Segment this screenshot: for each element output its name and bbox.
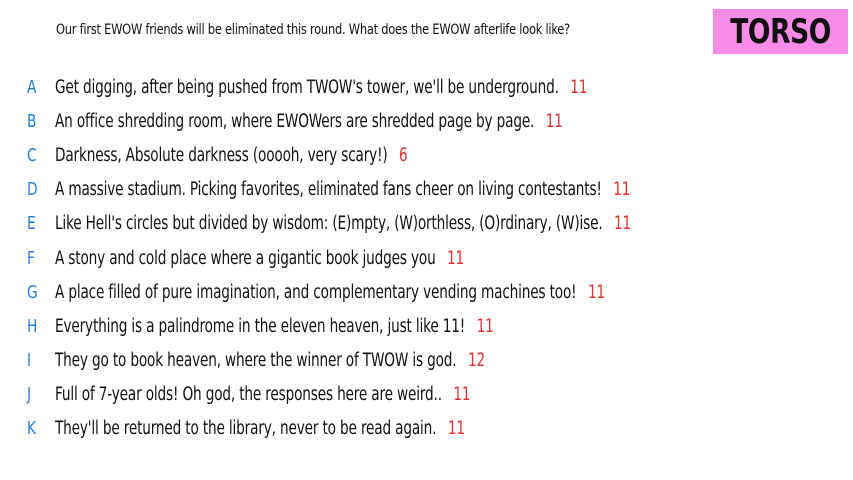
- prompt-text: Our first EWOW friends will be eliminate…: [56, 22, 570, 38]
- response-count: 11: [613, 213, 632, 235]
- response-row: G A place filled of pure imagination, an…: [0, 275, 853, 309]
- response-line: A massive stadium. Picking favorites, el…: [55, 179, 630, 200]
- response-row: F A stony and cold place where a giganti…: [0, 241, 853, 275]
- response-text: Full of 7-year olds! Oh god, the respons…: [55, 384, 442, 406]
- response-count: 11: [447, 418, 465, 440]
- response-text: An office shredding room, where EWOWers …: [55, 110, 535, 132]
- response-letter: K: [27, 418, 37, 440]
- response-letter: G: [27, 281, 38, 303]
- response-row: E Like Hell's circles but divided by wis…: [0, 207, 853, 241]
- response-letter: I: [27, 350, 32, 372]
- response-letter: E: [27, 213, 36, 235]
- response-line: A place filled of pure imagination, and …: [55, 282, 605, 303]
- response-count: 11: [476, 315, 494, 337]
- response-count: 11: [545, 110, 563, 132]
- response-count: 12: [467, 350, 486, 372]
- response-line: Get digging, after being pushed from TWO…: [55, 77, 587, 98]
- response-line: Full of 7-year olds! Oh god, the respons…: [55, 384, 471, 406]
- response-text: A stony and cold place where a gigantic …: [55, 247, 436, 269]
- response-row: A Get digging, after being pushed from T…: [0, 70, 853, 104]
- response-count: 11: [613, 179, 631, 201]
- response-line: An office shredding room, where EWOWers …: [55, 111, 563, 132]
- response-text: They go to book heaven, where the winner…: [55, 350, 457, 372]
- response-letter: H: [27, 315, 38, 337]
- badge-label: TORSO: [730, 11, 831, 52]
- response-letter: J: [27, 384, 32, 406]
- response-line: They go to book heaven, where the winner…: [55, 350, 485, 371]
- response-text: A place filled of pure imagination, and …: [55, 281, 577, 303]
- response-count: 11: [587, 281, 606, 303]
- response-count: 11: [453, 384, 471, 406]
- response-count: 6: [399, 144, 408, 166]
- response-text: They'll be returned to the library, neve…: [55, 418, 437, 440]
- response-line: A stony and cold place where a gigantic …: [55, 248, 464, 269]
- response-line: Darkness, Absolute darkness (ooooh, very…: [55, 145, 408, 166]
- response-count: 11: [447, 247, 465, 269]
- response-row: D A massive stadium. Picking favorites, …: [0, 173, 853, 207]
- response-text: Get digging, after being pushed from TWO…: [55, 76, 559, 98]
- response-row: J Full of 7-year olds! Oh god, the respo…: [0, 378, 853, 412]
- response-row: H Everything is a palindrome in the elev…: [0, 309, 853, 343]
- response-letter: F: [27, 247, 35, 269]
- response-line: Everything is a palindrome in the eleven…: [55, 316, 494, 337]
- response-row: B An office shredding room, where EWOWer…: [0, 104, 853, 138]
- response-row: K They'll be returned to the library, ne…: [0, 412, 853, 446]
- response-text: A massive stadium. Picking favorites, el…: [55, 179, 602, 201]
- category-badge: TORSO: [713, 9, 848, 54]
- response-row: C Darkness, Absolute darkness (ooooh, ve…: [0, 138, 853, 172]
- response-row: I They go to book heaven, where the winn…: [0, 344, 853, 378]
- response-text: Darkness, Absolute darkness (ooooh, very…: [55, 144, 388, 166]
- response-line: Like Hell's circles but divided by wisdo…: [55, 213, 631, 234]
- response-letter: D: [27, 179, 38, 201]
- response-letter: A: [27, 76, 37, 98]
- response-list: A Get digging, after being pushed from T…: [0, 70, 853, 446]
- response-text: Everything is a palindrome in the eleven…: [55, 315, 466, 337]
- response-letter: C: [27, 144, 37, 166]
- response-line: They'll be returned to the library, neve…: [55, 418, 465, 439]
- response-text: Like Hell's circles but divided by wisdo…: [55, 213, 603, 235]
- response-count: 11: [570, 76, 588, 98]
- response-letter: B: [27, 110, 37, 132]
